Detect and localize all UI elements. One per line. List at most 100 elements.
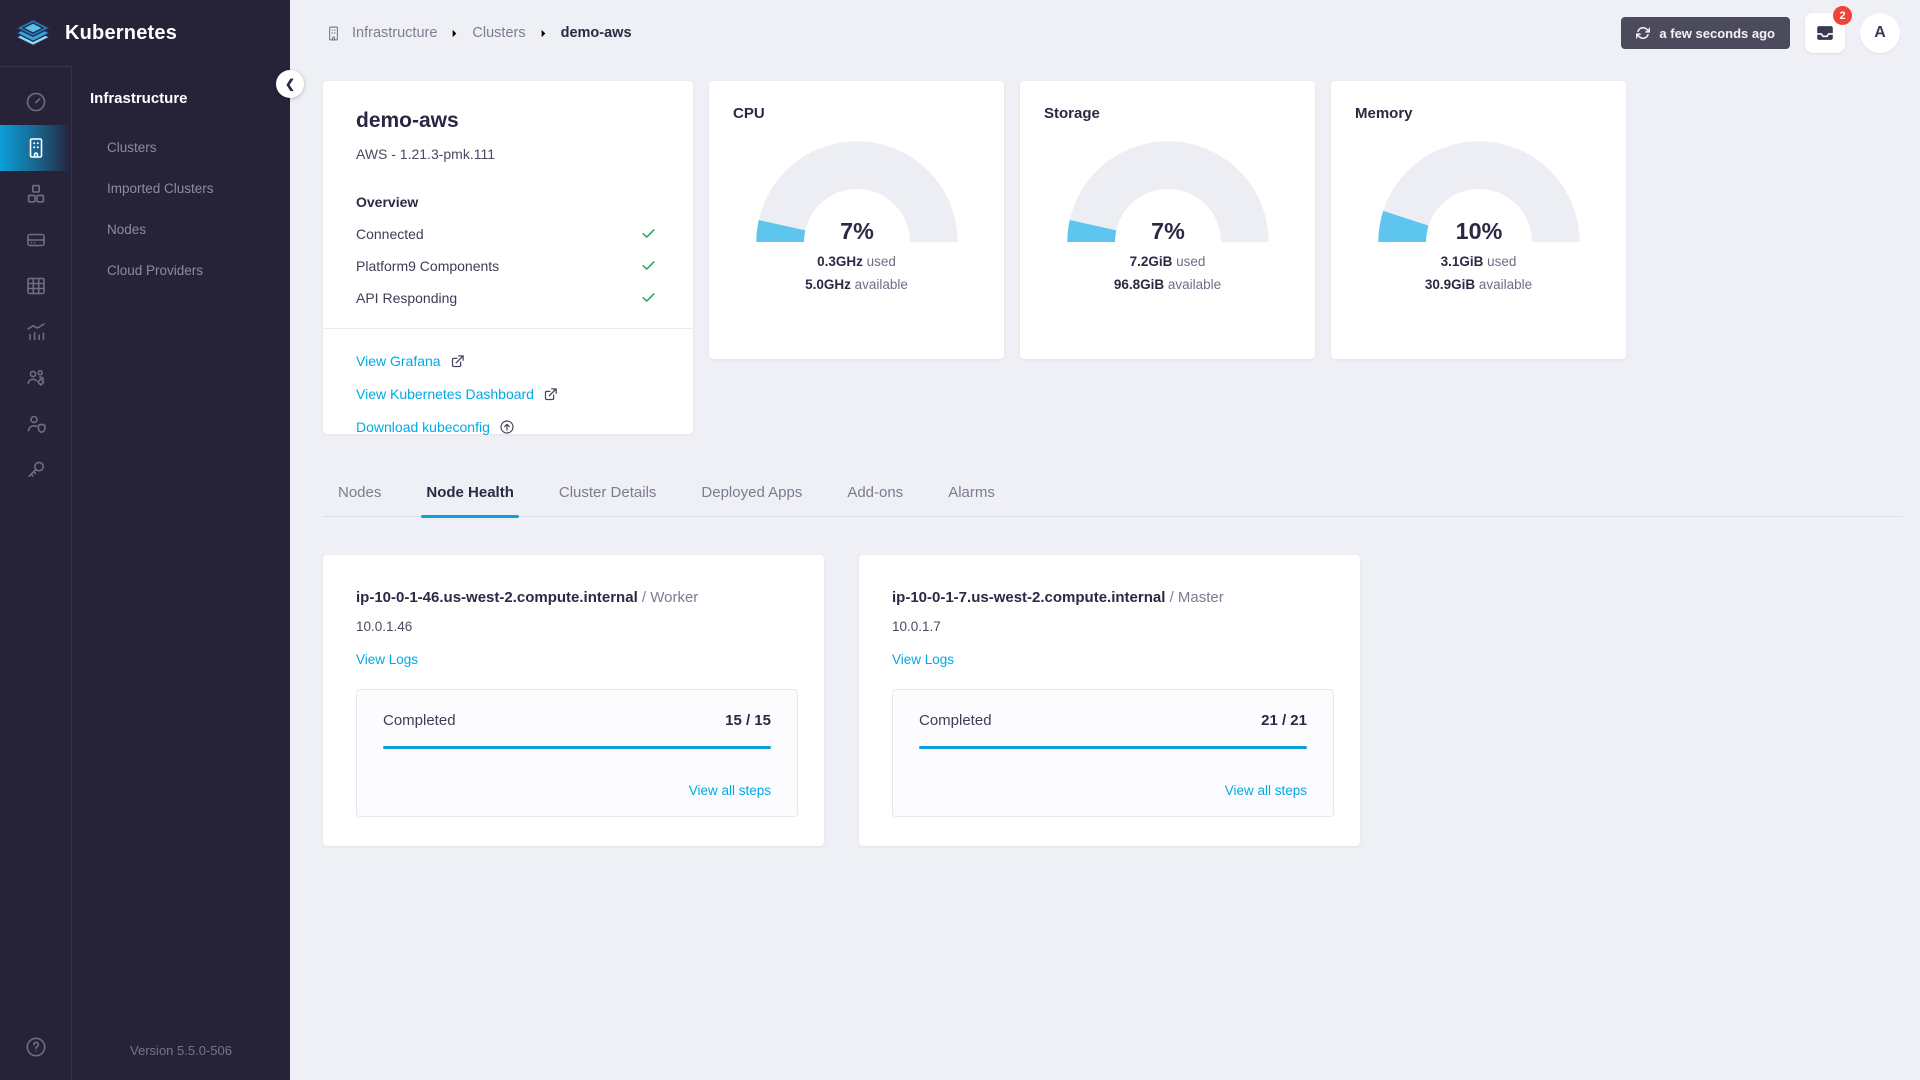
bar-chart-icon (24, 320, 48, 344)
steps-box: Completed 15 / 15 View all steps (356, 689, 798, 817)
sidebar-body: Infrastructure Clusters Imported Clusters… (0, 66, 290, 1080)
cluster-links: View Grafana View Kubernetes Dashboard Dow… (356, 329, 657, 435)
steps-progress-bar (383, 746, 771, 749)
rail-item-grid[interactable] (0, 263, 71, 309)
node-ip: 10.0.1.46 (356, 619, 413, 634)
sidebar-item-cloud-providers[interactable]: Cloud Providers (72, 250, 290, 291)
sidebar-item-nodes[interactable]: Nodes (72, 209, 290, 250)
breadcrumb-item-2: demo-aws (560, 25, 632, 41)
tab-add-ons[interactable]: Add-ons (842, 484, 908, 516)
breadcrumb-item-1[interactable]: Clusters (472, 25, 525, 41)
view-logs-link[interactable]: View Logs (892, 652, 954, 667)
steps-head: Completed 21 / 21 (919, 712, 1307, 729)
rail-item-users-gear[interactable] (0, 355, 71, 401)
rail-item-building[interactable] (0, 125, 71, 171)
inbox-icon (1814, 22, 1836, 44)
building-icon (325, 25, 342, 42)
view-all-steps-link[interactable]: View all steps (1225, 783, 1307, 798)
steps-progress-bar (919, 746, 1307, 749)
rail-item-key[interactable] (0, 447, 71, 493)
icon-rail (0, 66, 72, 1080)
building-icon (24, 136, 48, 160)
gauge-available: 96.8GiB available (1113, 277, 1222, 292)
gauge-card-storage: Storage 7% 7.2GiB used 96.8GiB available (1020, 81, 1315, 359)
rail-item-user-shield[interactable] (0, 401, 71, 447)
view-logs-link[interactable]: View Logs (356, 652, 418, 667)
sidebar-section-title: Infrastructure (90, 90, 188, 107)
refresh-icon (1636, 26, 1651, 40)
steps-foot: View all steps (383, 782, 771, 800)
sidebar: Kubernetes Infrastructure Clusters Import… (0, 0, 304, 1080)
gauge-used: 7.2GiB used (1129, 254, 1206, 269)
notification-badge: 2 (1833, 6, 1852, 25)
node-ip: 10.0.1.7 (892, 619, 941, 634)
refresh-button[interactable]: a few seconds ago (1621, 17, 1790, 49)
external-link-icon (543, 387, 558, 402)
overview-checks: Connected Platform9 Components API Respond… (356, 225, 657, 306)
node-health-card: ip-10-0-1-46.us-west-2.compute.internal … (323, 555, 824, 846)
rail-item-bar-chart[interactable] (0, 309, 71, 355)
gauge-cards: CPU 7% 0.3GHz used 5.0GHz available Storage 7… (709, 81, 1626, 359)
gauge-available: 5.0GHz available (805, 277, 908, 292)
main: Infrastructure Clusters demo-aws a few sec… (290, 0, 1920, 1080)
upload-circle-icon (499, 419, 515, 435)
tab-alarms[interactable]: Alarms (943, 484, 1000, 516)
overview-label: Overview (356, 194, 419, 210)
gauge-icon (24, 90, 48, 114)
tab-deployed-apps[interactable]: Deployed Apps (696, 484, 807, 516)
link-label: Download kubeconfig (356, 419, 490, 435)
steps-count: 15 / 15 (725, 712, 771, 729)
cluster-link-download-kubeconfig[interactable]: Download kubeconfig (356, 419, 657, 435)
gauge-usage: 0.3GHz used 5.0GHz available (733, 250, 980, 296)
check-label: API Responding (356, 289, 458, 306)
sidebar-item-clusters[interactable]: Clusters (72, 127, 290, 168)
check-icon (640, 225, 657, 242)
rail-item-help[interactable] (0, 1024, 71, 1070)
gauge-used: 0.3GHz used (817, 254, 896, 269)
view-all-steps-link[interactable]: View all steps (689, 783, 771, 798)
app-root: Kubernetes Infrastructure Clusters Import… (0, 0, 1920, 1080)
tab-nodes[interactable]: Nodes (333, 484, 386, 516)
overview-check-row: API Responding (356, 289, 657, 306)
cluster-name: demo-aws (356, 109, 459, 132)
gauge-card-cpu: CPU 7% 0.3GHz used 5.0GHz available (709, 81, 1004, 359)
rail-item-cubes[interactable] (0, 171, 71, 217)
link-label: View Grafana (356, 353, 441, 369)
gauge-title: CPU (733, 105, 765, 122)
breadcrumb-item-0[interactable]: Infrastructure (352, 25, 437, 41)
tab-node-health[interactable]: Node Health (421, 484, 519, 518)
chevron-right-icon (449, 28, 460, 39)
check-icon (640, 257, 657, 274)
tabs: Nodes Node Health Cluster Details Deployed … (323, 484, 1903, 518)
grid-icon (24, 274, 48, 298)
cluster-link-view-grafana[interactable]: View Grafana (356, 353, 657, 369)
cluster-link-view-kubernetes-dashboard[interactable]: View Kubernetes Dashboard (356, 386, 657, 402)
sidebar-collapse-button[interactable]: ❮ (276, 70, 304, 98)
sidebar-item-imported-clusters[interactable]: Imported Clusters (72, 168, 290, 209)
node-host: ip-10-0-1-46.us-west-2.compute.internal … (356, 589, 699, 606)
gauge-available: 30.9GiB available (1424, 277, 1533, 292)
breadcrumb: Infrastructure Clusters demo-aws (325, 25, 632, 42)
tabs-wrap: Nodes Node Health Cluster Details Deployed … (323, 484, 1903, 518)
brand: Kubernetes (0, 0, 290, 66)
rail-item-server[interactable] (0, 217, 71, 263)
avatar[interactable]: A (1860, 13, 1900, 53)
rail-item-gauge[interactable] (0, 79, 71, 125)
top-actions: a few seconds ago 2 A (1621, 6, 1900, 53)
overview-check-row: Platform9 Components (356, 257, 657, 274)
gauge-usage: 3.1GiB used 30.9GiB available (1355, 250, 1602, 296)
steps-status: Completed (919, 712, 992, 729)
svg-text:10%: 10% (1455, 218, 1502, 242)
tab-cluster-details[interactable]: Cluster Details (554, 484, 662, 516)
notifications-button[interactable]: 2 (1805, 6, 1852, 53)
svg-text:7%: 7% (1151, 218, 1185, 242)
external-link-icon (450, 354, 465, 369)
sidebar-items: Clusters Imported Clusters Nodes Cloud Prov… (72, 127, 290, 291)
gauge-chart: 7% (1044, 136, 1291, 242)
check-icon (640, 289, 657, 306)
summary-row: demo-aws AWS - 1.21.3-pmk.111 Overview C… (323, 81, 1920, 435)
check-label: Platform9 Components (356, 257, 500, 274)
refresh-label: a few seconds ago (1659, 25, 1775, 41)
version-label: Version 5.5.0-506 (130, 1043, 232, 1058)
server-icon (24, 228, 48, 252)
